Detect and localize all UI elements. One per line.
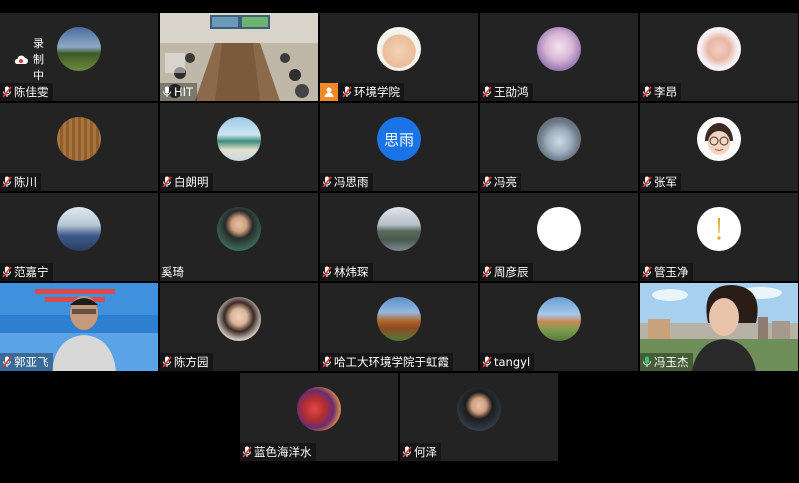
participant-tile[interactable]: 郭亚飞 <box>0 283 158 371</box>
avatar <box>217 207 261 251</box>
mic-muted-icon <box>400 443 414 461</box>
cartoon-face-icon <box>705 123 733 155</box>
host-icon <box>320 83 338 101</box>
avatar <box>57 27 101 71</box>
mic-muted-icon <box>240 443 254 461</box>
avatar <box>537 117 581 161</box>
participant-name: 蓝色海洋水 <box>254 445 312 459</box>
mic-muted-icon <box>320 353 334 371</box>
avatar <box>217 117 261 161</box>
avatar <box>377 27 421 71</box>
mic-muted-icon <box>480 83 494 101</box>
participant-tile[interactable]: HIT <box>160 13 318 101</box>
participant-tile[interactable]: 管玉净 <box>640 193 798 281</box>
mic-muted-icon <box>0 173 14 191</box>
participant-tile[interactable]: 陈方园 <box>160 283 318 371</box>
participant-name: tangyl <box>494 355 531 369</box>
participant-tile[interactable]: 冯玉杰 <box>640 283 798 371</box>
mic-muted-icon <box>320 263 334 281</box>
participant-name: 郭亚飞 <box>14 355 49 369</box>
exclamation-icon <box>717 218 721 240</box>
avatar <box>57 117 101 161</box>
participant-tile[interactable]: tangyl <box>480 283 638 371</box>
mic-muted-icon <box>320 173 334 191</box>
participant-name: 白朗明 <box>174 175 209 189</box>
participant-name: 管玉净 <box>654 265 689 279</box>
participant-tile[interactable]: 林炜琛 <box>320 193 478 281</box>
participant-tile[interactable]: 思雨 冯思雨 <box>320 103 478 191</box>
participant-tile[interactable]: 环境学院 <box>320 13 478 101</box>
mic-muted-icon <box>640 173 654 191</box>
participant-tile[interactable]: 哈工大环境学院于虹霞 <box>320 283 478 371</box>
participant-name: 范嘉宁 <box>14 265 49 279</box>
participant-name: 王劭鸿 <box>494 85 529 99</box>
participant-name: 哈工大环境学院于虹霞 <box>334 355 449 369</box>
mic-muted-icon <box>0 263 14 281</box>
mic-muted-icon <box>0 83 14 101</box>
mic-muted-icon <box>640 263 654 281</box>
participant-name: 林炜琛 <box>334 265 369 279</box>
participant-name: 张军 <box>654 175 677 189</box>
avatar <box>297 387 341 431</box>
avatar <box>57 207 101 251</box>
mic-muted-icon <box>480 353 494 371</box>
avatar <box>537 297 581 341</box>
avatar <box>377 297 421 341</box>
participant-name: 周彦辰 <box>494 265 529 279</box>
participant-name: 环境学院 <box>354 85 400 99</box>
participant-tile[interactable]: 陈川 <box>0 103 158 191</box>
avatar <box>537 27 581 71</box>
participant-tile[interactable]: 李昂 <box>640 13 798 101</box>
avatar <box>377 207 421 251</box>
mic-icon <box>640 353 654 371</box>
participant-name: 陈川 <box>14 175 37 189</box>
mic-muted-icon <box>340 83 354 101</box>
cloud-record-icon <box>14 50 28 69</box>
mic-muted-icon <box>480 263 494 281</box>
mic-icon <box>160 83 174 101</box>
mic-muted-icon <box>160 173 174 191</box>
participant-tile[interactable]: 王劭鸿 <box>480 13 638 101</box>
participant-tile[interactable]: 范嘉宁 <box>0 193 158 281</box>
avatar <box>217 297 261 341</box>
participant-name: 冯思雨 <box>334 175 369 189</box>
participant-name: 何泽 <box>414 445 437 459</box>
participant-name: 李昂 <box>654 85 677 99</box>
participant-name: HIT <box>174 85 194 99</box>
participant-tile[interactable]: 蓝色海洋水 <box>240 373 398 461</box>
participant-tile[interactable]: 何泽 <box>400 373 558 461</box>
participant-tile[interactable]: 奚琦 <box>160 193 318 281</box>
mic-muted-icon <box>160 353 174 371</box>
avatar <box>697 207 741 251</box>
participant-name: 陈佳雯 <box>14 85 49 99</box>
mic-muted-icon <box>480 173 494 191</box>
avatar <box>697 117 741 161</box>
participant-name: 陈方园 <box>174 355 209 369</box>
avatar <box>697 27 741 71</box>
mic-muted-icon <box>640 83 654 101</box>
participant-tile[interactable]: 白朗明 <box>160 103 318 191</box>
participant-tile[interactable]: 冯亮 <box>480 103 638 191</box>
avatar: 思雨 <box>377 117 421 161</box>
mic-muted-icon <box>0 353 14 371</box>
recording-indicator[interactable]: 录制中 <box>14 35 44 83</box>
participant-name: 冯玉杰 <box>654 355 689 369</box>
participant-name: 奚琦 <box>161 265 184 279</box>
participant-tile[interactable]: 周彦辰 <box>480 193 638 281</box>
avatar <box>457 387 501 431</box>
participant-name: 冯亮 <box>494 175 517 189</box>
recording-label: 录制中 <box>33 37 44 82</box>
avatar <box>537 207 581 251</box>
participant-tile[interactable]: 张军 <box>640 103 798 191</box>
